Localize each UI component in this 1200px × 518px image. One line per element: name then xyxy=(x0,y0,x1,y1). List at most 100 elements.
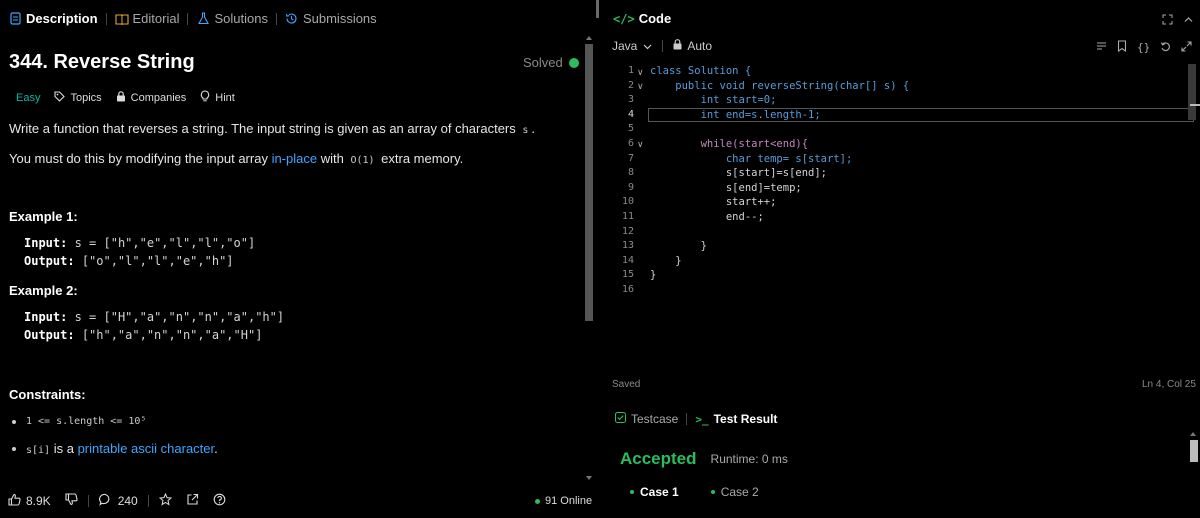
editor-scrollbar[interactable] xyxy=(1188,64,1196,120)
case-2-tab[interactable]: Case 2 xyxy=(710,485,759,499)
tab-submissions-label: Submissions xyxy=(302,11,377,26)
fold-arrow-icon[interactable]: ∨ xyxy=(637,139,644,150)
code-panel: </> Code Java Auto {} 1 2 3 4 5 6 7 8 9 10 11 12 13 1… xyxy=(600,0,1200,518)
example-2-input: Input: s = ["H","a","n","n","a","h"] xyxy=(24,308,284,326)
bookmark-icon[interactable] xyxy=(1117,40,1127,55)
constraint-2-code: s[i] xyxy=(26,445,51,456)
tab-test-result[interactable]: >_ Test Result xyxy=(695,412,777,426)
code-icon: </> xyxy=(613,11,635,26)
code-line: int start=0; xyxy=(650,94,777,107)
code-line: class Solution { xyxy=(650,65,752,77)
result-scrollbar-thumb[interactable] xyxy=(1190,440,1198,462)
desc2-text-b: with xyxy=(317,151,348,166)
tab-divider xyxy=(187,12,189,25)
input-value: s = ["h","e","l","l","o"] xyxy=(74,236,256,250)
cursor-position: Ln 4, Col 25 xyxy=(1142,379,1196,390)
star-icon[interactable] xyxy=(158,492,172,509)
line-number: 7 xyxy=(627,152,634,164)
language-select[interactable]: Java xyxy=(612,39,652,53)
auto-mode-toggle[interactable]: Auto xyxy=(673,39,712,53)
companies-label: Companies xyxy=(130,91,187,104)
fold-arrow-icon[interactable]: ∨ xyxy=(637,67,644,78)
tab-description[interactable]: Description xyxy=(8,11,98,26)
description-paragraph-1: Write a function that reverses a string.… xyxy=(9,121,535,136)
pass-dot xyxy=(630,490,634,494)
panel-splitter[interactable] xyxy=(596,0,599,18)
code-line: } xyxy=(650,240,707,253)
reset-icon[interactable] xyxy=(1160,40,1171,55)
tab-editorial[interactable]: Editorial xyxy=(114,11,179,26)
example-1-output: Output: ["o","l","l","e","h"] xyxy=(24,252,255,270)
inline-code: O(1) xyxy=(350,155,375,166)
scrollbar-down-arrow[interactable] xyxy=(586,476,592,480)
editor-actions: {} xyxy=(1096,40,1192,55)
braces-icon[interactable]: {} xyxy=(1137,42,1150,53)
bullet xyxy=(12,419,16,424)
case-tabs: Case 1 Case 2 xyxy=(630,485,759,499)
dislike-button[interactable] xyxy=(65,493,78,509)
lightbulb-icon xyxy=(200,90,210,105)
case-1-tab[interactable]: Case 1 xyxy=(630,485,679,499)
lock-icon xyxy=(673,39,682,53)
code-title: Code xyxy=(638,11,672,26)
tag-icon xyxy=(54,90,66,105)
code-line: } xyxy=(650,269,657,282)
test-result-label: Test Result xyxy=(713,412,778,426)
output-value: ["o","l","l","e","h"] xyxy=(81,254,234,268)
printable-ascii-link[interactable]: printable ascii character xyxy=(78,441,215,456)
topics-label: Topics xyxy=(70,91,102,104)
code-editor[interactable]: 1 2 3 4 5 6 7 8 9 10 11 12 13 14 15 16 ∨ ∨ ∨ class Solu… xyxy=(600,62,1200,302)
code-line: s[end]=temp; xyxy=(650,181,802,194)
history-icon xyxy=(285,12,299,26)
solved-status: Solved xyxy=(523,55,579,70)
thumbs-down-icon xyxy=(65,493,78,509)
description-scrollbar[interactable] xyxy=(585,36,593,506)
output-label: Output: xyxy=(24,254,75,268)
constraint-1: 1 <= s.length <= 10⁵ xyxy=(12,416,146,427)
hint-label: Hint xyxy=(215,91,235,104)
scrollbar-up-arrow[interactable] xyxy=(586,36,592,40)
like-button[interactable]: 8.9K xyxy=(8,493,51,509)
line-number: 2 xyxy=(627,79,634,91)
expand-icon[interactable] xyxy=(1181,40,1192,55)
desc2-text-a: You must do this by modifying the input … xyxy=(9,151,272,166)
comment-count: 240 xyxy=(117,494,138,508)
share-icon[interactable] xyxy=(186,493,199,509)
output-value: ["h","a","n","n","a","H"] xyxy=(81,328,263,342)
tab-submissions[interactable]: Submissions xyxy=(285,11,377,26)
scrollbar-thumb[interactable] xyxy=(585,44,593,321)
maximize-icon[interactable] xyxy=(1162,13,1173,28)
book-icon xyxy=(114,12,129,26)
tab-divider xyxy=(275,12,277,25)
comments-button[interactable]: 240 xyxy=(98,493,138,509)
tab-divider xyxy=(105,12,107,25)
topics-button[interactable]: Topics xyxy=(54,90,102,105)
editor-toolbar: Java Auto xyxy=(612,39,712,53)
hint-button[interactable]: Hint xyxy=(200,90,235,105)
example-2-block: Input: s = ["H","a","n","n","a","h"] Out… xyxy=(24,308,284,344)
line-number: 8 xyxy=(627,167,634,179)
code-line: } xyxy=(650,254,682,267)
footer-actions: 8.9K 240 xyxy=(8,492,226,509)
line-number: 10 xyxy=(621,196,634,208)
code-line: s[start]=s[end]; xyxy=(650,167,828,180)
code-window-controls xyxy=(1162,13,1194,28)
in-place-link[interactable]: in-place xyxy=(272,151,318,166)
companies-button[interactable]: Companies xyxy=(116,90,187,105)
input-label: Input: xyxy=(24,236,68,250)
constraint-2-text: s[i] is a printable ascii character. xyxy=(26,441,218,456)
format-icon[interactable] xyxy=(1096,40,1107,55)
problem-title: 344. Reverse String xyxy=(9,51,195,73)
help-icon[interactable] xyxy=(213,493,226,509)
saved-status: Saved xyxy=(612,379,641,390)
result-scrollbar-up-arrow[interactable] xyxy=(1190,432,1196,436)
testcase-label: Testcase xyxy=(631,412,679,426)
online-dot xyxy=(535,498,540,504)
tab-solutions[interactable]: Solutions xyxy=(196,11,268,26)
comment-icon xyxy=(98,493,112,509)
fold-arrow-icon[interactable]: ∨ xyxy=(637,81,644,92)
tab-testcase[interactable]: Testcase xyxy=(615,412,678,426)
collapse-icon[interactable] xyxy=(1183,13,1194,28)
solved-label: Solved xyxy=(523,55,563,70)
description-paragraph-2: You must do this by modifying the input … xyxy=(9,151,463,166)
